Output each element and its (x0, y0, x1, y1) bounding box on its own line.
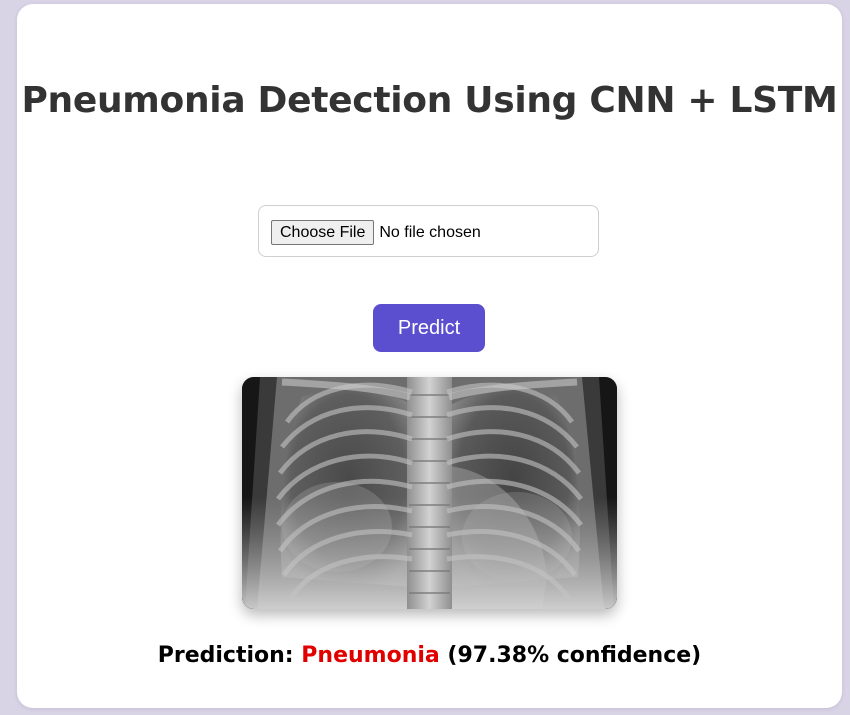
prediction-label: Pneumonia (301, 643, 440, 668)
file-upload-box: Choose File No file chosen (258, 205, 599, 257)
prediction-result: Prediction: Pneumonia (97.38% confidence… (17, 641, 842, 671)
choose-file-button[interactable]: Choose File (271, 220, 375, 245)
file-status-text: No file chosen (379, 223, 481, 241)
prediction-confidence: (97.38% confidence) (447, 643, 702, 668)
page-title: Pneumonia Detection Using CNN + LSTM (21, 80, 838, 121)
xray-image (242, 377, 617, 609)
prediction-prefix: Prediction: (157, 643, 294, 668)
file-input[interactable]: Choose File No file chosen (271, 220, 481, 245)
predict-button[interactable]: Predict (373, 304, 485, 352)
main-card: Pneumonia Detection Using CNN + LSTM Cho… (17, 4, 842, 708)
